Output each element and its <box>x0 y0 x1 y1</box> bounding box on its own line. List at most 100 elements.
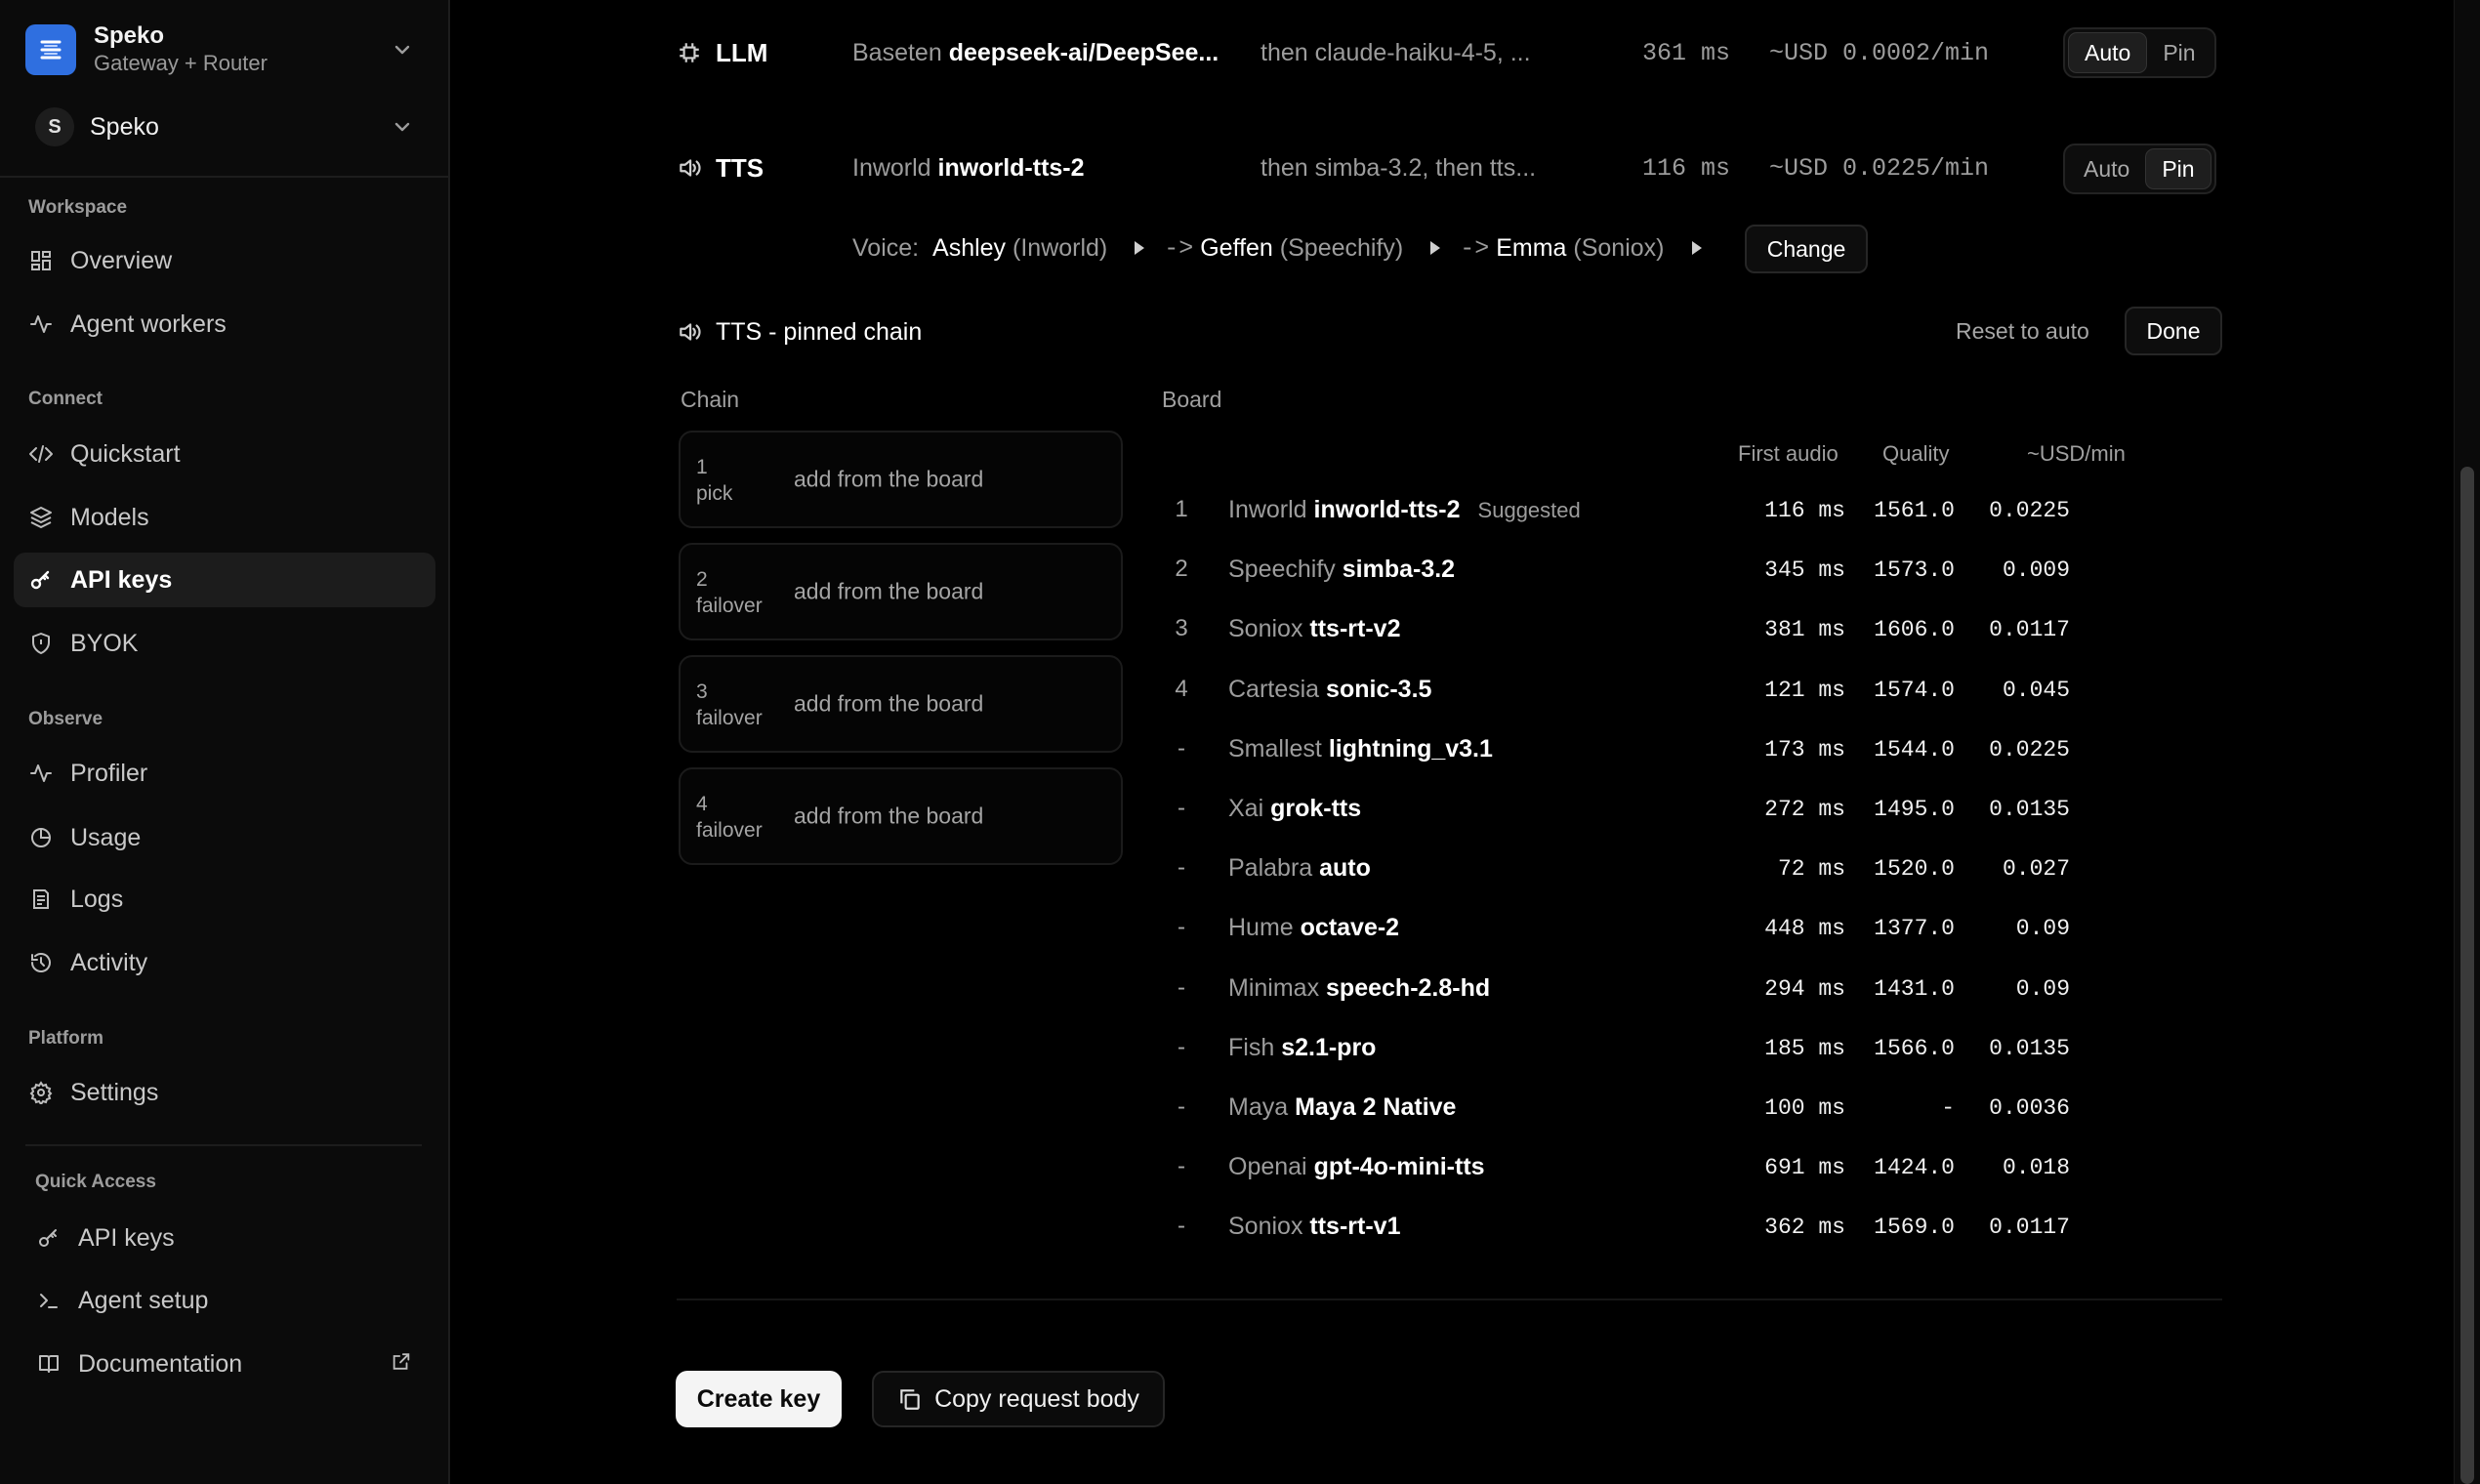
board-row[interactable]: 4 Cartesia sonic-3.5 121 ms 1574.0 0.045 <box>1162 672 2138 711</box>
tts-provider: Inworld <box>852 153 931 182</box>
chain-slot-2[interactable]: 2 failover add from the board <box>679 543 1123 640</box>
chain-slot-4[interactable]: 4 failover add from the board <box>679 767 1123 865</box>
sidebar-item-activity[interactable]: Activity <box>14 935 435 990</box>
board-row-model: Soniox tts-rt-v1 <box>1228 1213 1400 1241</box>
board-row-latency: 381 ms <box>1764 617 1845 642</box>
scrollbar-thumb[interactable] <box>2460 467 2474 1484</box>
activity-icon <box>27 760 55 787</box>
voice-label: Voice: <box>852 233 920 262</box>
board-row-cost: 0.09 <box>2015 976 2070 1002</box>
board-row[interactable]: - Minimax speech-2.8-hd 294 ms 1431.0 0.09 <box>1162 970 2138 1010</box>
project-switcher[interactable]: S Speko <box>25 105 426 148</box>
board-row[interactable]: 3 Soniox tts-rt-v2 381 ms 1606.0 0.0117 <box>1162 611 2138 650</box>
quick-access-agent-setup[interactable]: Agent setup <box>21 1273 435 1328</box>
pinned-chain-title: TTS - pinned chain <box>716 317 923 346</box>
voice-arrow: -> <box>1164 233 1194 263</box>
board-row-index: - <box>1178 914 1185 940</box>
llm-mode-toggle: Auto Pin <box>2063 27 2216 78</box>
chain-slot-1[interactable]: 1 pick add from the board <box>679 431 1123 528</box>
create-key-button[interactable]: Create key <box>676 1371 842 1427</box>
chain-heading: Chain <box>681 387 740 412</box>
org-switcher[interactable]: Speko Gateway + Router <box>25 18 426 82</box>
tts-row: TTS <box>677 148 764 187</box>
activity-icon <box>27 310 55 338</box>
board-row[interactable]: - Hume octave-2 448 ms 1377.0 0.09 <box>1162 910 2138 949</box>
board-row-index: - <box>1178 795 1185 821</box>
external-link-icon <box>391 1351 412 1378</box>
board-row-provider: Maya <box>1228 1093 1289 1121</box>
board-row-cost: 0.0135 <box>1989 1036 2070 1061</box>
board-row-model-name: inworld-tts-2 <box>1313 496 1461 523</box>
copy-icon <box>900 1389 920 1410</box>
board-row-quality: 1544.0 <box>1874 737 1955 763</box>
sidebar-item-models[interactable]: Models <box>14 490 435 545</box>
project-name: Speko <box>90 112 159 141</box>
board-row[interactable]: 1 Inworld inworld-tts-2 Suggested 116 ms 156… <box>1162 492 2138 531</box>
chain-slot-3[interactable]: 3 failover add from the board <box>679 655 1123 753</box>
sidebar-item-profiler[interactable]: Profiler <box>14 746 435 801</box>
play-icon[interactable] <box>1135 241 1145 255</box>
voice-name: Geffen <box>1200 233 1273 262</box>
done-button[interactable]: Done <box>2125 307 2222 355</box>
board-row-model: Speechify simba-3.2 <box>1228 556 1455 584</box>
sidebar-item-agent-workers[interactable]: Agent workers <box>14 297 435 351</box>
board-row-index: - <box>1178 735 1185 762</box>
sidebar-item-api-keys[interactable]: API keys <box>14 553 435 607</box>
sidebar-divider <box>0 176 448 178</box>
board-row-provider: Palabra <box>1228 854 1313 882</box>
board-row-model: Smallest lightning_v3.1 <box>1228 735 1493 763</box>
tts-mode-pin[interactable]: Pin <box>2145 148 2211 189</box>
board-row-index: - <box>1178 1034 1185 1060</box>
sidebar-item-usage[interactable]: Usage <box>14 810 435 865</box>
section-connect: Connect <box>28 389 103 409</box>
board-row[interactable]: - Palabra auto 72 ms 1520.0 0.027 <box>1162 850 2138 889</box>
llm-model: Baseten deepseek-ai/DeepSee... <box>852 35 1219 70</box>
board-row-cost: 0.0225 <box>1989 737 2070 763</box>
sidebar-item-label: API keys <box>78 1223 175 1252</box>
board-row-cost: 0.0117 <box>1989 617 2070 642</box>
llm-model-name: deepseek-ai/DeepSee... <box>948 38 1219 66</box>
sidebar-item-logs[interactable]: Logs <box>14 872 435 927</box>
board-row-latency: 294 ms <box>1764 976 1845 1002</box>
sidebar-divider <box>25 1144 422 1146</box>
chain-slot-label: 3 failover <box>696 680 763 730</box>
board-row[interactable]: - Maya Maya 2 Native 100 ms - 0.0036 <box>1162 1090 2138 1129</box>
board-row-cost: 0.045 <box>2002 678 2070 703</box>
layers-icon <box>27 504 55 531</box>
copy-request-body-button[interactable]: Copy request body <box>872 1371 1165 1427</box>
llm-mode-pin[interactable]: Pin <box>2147 32 2211 73</box>
pie-chart-icon <box>27 824 55 851</box>
board-row[interactable]: - Xai grok-tts 272 ms 1495.0 0.0135 <box>1162 791 2138 830</box>
sidebar-item-label: Quickstart <box>70 439 181 468</box>
board-row[interactable]: - Smallest lightning_v3.1 173 ms 1544.0 0.02… <box>1162 731 2138 770</box>
scrollbar[interactable] <box>2454 0 2480 1484</box>
sidebar-item-quickstart[interactable]: Quickstart <box>14 427 435 481</box>
quick-access-documentation[interactable]: Documentation <box>21 1337 435 1391</box>
quick-access-api-keys[interactable]: API keys <box>21 1211 435 1265</box>
sidebar-item-settings[interactable]: Settings <box>14 1065 435 1120</box>
sidebar-item-label: Profiler <box>70 759 148 787</box>
board-row-cost: 0.0135 <box>1989 797 2070 822</box>
play-icon[interactable] <box>1430 241 1441 255</box>
board-row[interactable]: 2 Speechify simba-3.2 345 ms 1573.0 0.009 <box>1162 552 2138 591</box>
document-icon <box>27 886 55 913</box>
board-row[interactable]: - Soniox tts-rt-v1 362 ms 1569.0 0.0117 <box>1162 1209 2138 1248</box>
voice-arrow: -> <box>1460 233 1490 263</box>
board-row-cost: 0.018 <box>2002 1155 2070 1180</box>
chain-slot-action: add from the board <box>794 466 984 492</box>
reset-to-auto-button[interactable]: Reset to auto <box>1956 318 2089 345</box>
change-voice-button[interactable]: Change <box>1745 225 1868 273</box>
board-row[interactable]: - Fish s2.1-pro 185 ms 1566.0 0.0135 <box>1162 1030 2138 1069</box>
tts-mode-auto[interactable]: Auto <box>2068 148 2145 189</box>
sidebar-item-overview[interactable]: Overview <box>14 233 435 288</box>
llm-mode-auto[interactable]: Auto <box>2068 32 2148 73</box>
board-row-model-name: lightning_v3.1 <box>1328 735 1493 763</box>
board-row-latency: 173 ms <box>1764 737 1845 763</box>
play-icon[interactable] <box>1691 241 1702 255</box>
col-quality: Quality <box>1882 441 1950 466</box>
sidebar-item-byok[interactable]: BYOK <box>14 616 435 671</box>
board-row[interactable]: - Openai gpt-4o-mini-tts 691 ms 1424.0 0.018 <box>1162 1149 2138 1188</box>
board-row-model-name: octave-2 <box>1300 914 1400 941</box>
board-row-provider: Minimax <box>1228 974 1320 1002</box>
voice-provider: (Inworld) <box>1013 233 1108 262</box>
